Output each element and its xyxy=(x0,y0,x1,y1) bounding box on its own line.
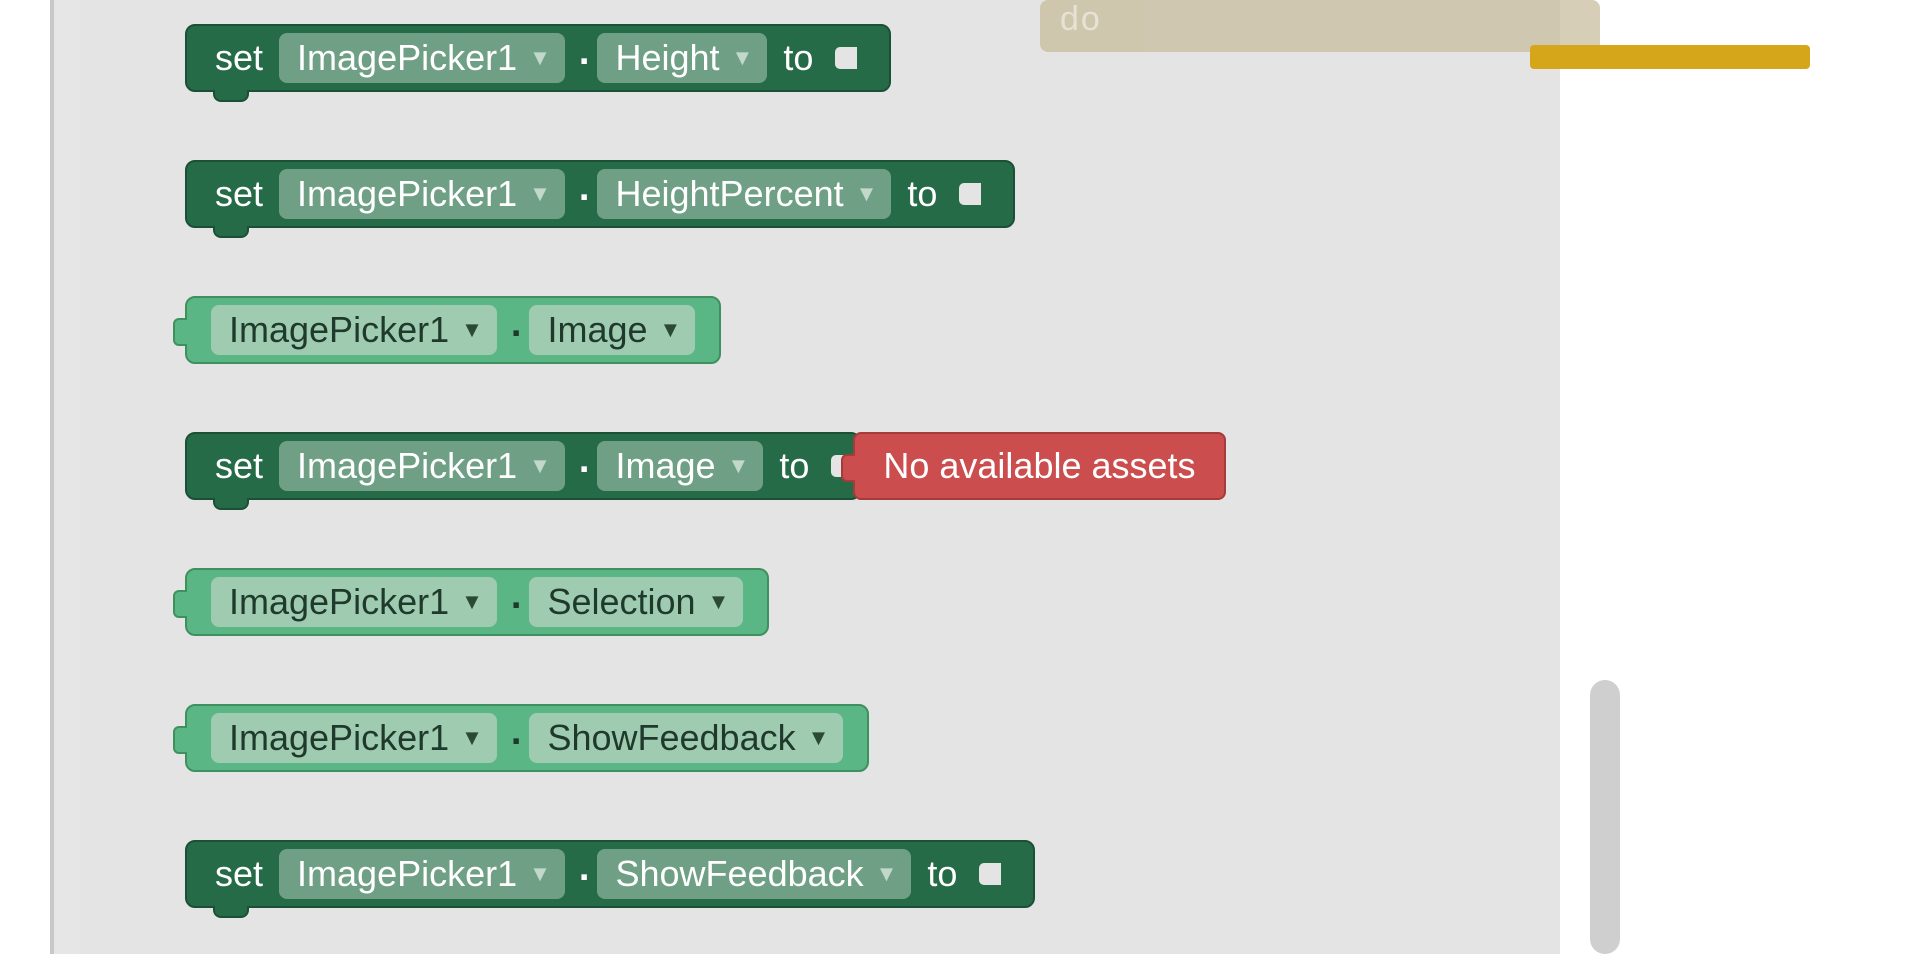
set-heightpercent-block[interactable]: set ImagePicker1 ▼ . HeightPercent ▼ to xyxy=(185,160,1015,228)
chevron-down-icon: ▼ xyxy=(708,591,730,613)
get-showfeedback-block[interactable]: ImagePicker1 ▼ . ShowFeedback ▼ xyxy=(185,704,869,772)
dot-separator: . xyxy=(511,575,522,618)
set-showfeedback-block[interactable]: set ImagePicker1 ▼ . ShowFeedback ▼ to xyxy=(185,840,1035,908)
property-dropdown-label: HeightPercent xyxy=(615,172,843,215)
property-dropdown-showfeedback[interactable]: ShowFeedback ▼ xyxy=(529,713,843,763)
gold-highlight-bar xyxy=(1530,45,1810,69)
component-dropdown-label: ImagePicker1 xyxy=(297,852,517,895)
chevron-down-icon: ▼ xyxy=(529,455,551,477)
no-assets-value-block[interactable]: No available assets xyxy=(853,432,1225,500)
set-height-block[interactable]: set ImagePicker1 ▼ . Height ▼ to xyxy=(185,24,891,92)
dot-separator: . xyxy=(579,847,590,890)
dot-separator: . xyxy=(579,167,590,210)
get-image-block[interactable]: ImagePicker1 ▼ . Image ▼ xyxy=(185,296,721,364)
property-dropdown-image[interactable]: Image ▼ xyxy=(529,305,695,355)
chevron-down-icon: ▼ xyxy=(529,863,551,885)
blocks-workspace[interactable]: do set ImagePicker1 ▼ . Height ▼ to set … xyxy=(80,0,1560,954)
set-keyword: set xyxy=(215,445,263,487)
to-keyword: to xyxy=(927,853,957,895)
chevron-down-icon: ▼ xyxy=(728,455,750,477)
chevron-down-icon: ▼ xyxy=(856,183,878,205)
get-selection-block[interactable]: ImagePicker1 ▼ . Selection ▼ xyxy=(185,568,769,636)
set-keyword: set xyxy=(215,37,263,79)
component-dropdown-label: ImagePicker1 xyxy=(229,308,449,351)
set-keyword: set xyxy=(215,853,263,895)
component-dropdown[interactable]: ImagePicker1 ▼ xyxy=(211,305,497,355)
to-keyword: to xyxy=(907,173,937,215)
ghost-event-block[interactable]: do xyxy=(1040,0,1600,52)
dot-separator: . xyxy=(511,303,522,346)
to-keyword: to xyxy=(779,445,809,487)
workspace-left-edge xyxy=(50,0,80,954)
component-dropdown-label: ImagePicker1 xyxy=(297,444,517,487)
property-dropdown-heightpercent[interactable]: HeightPercent ▼ xyxy=(597,169,891,219)
component-dropdown[interactable]: ImagePicker1 ▼ xyxy=(279,441,565,491)
chevron-down-icon: ▼ xyxy=(529,47,551,69)
vertical-scrollbar-thumb[interactable] xyxy=(1590,680,1620,954)
property-dropdown-label: ShowFeedback xyxy=(615,852,863,895)
set-image-block[interactable]: set ImagePicker1 ▼ . Image ▼ to xyxy=(185,432,861,500)
chevron-down-icon: ▼ xyxy=(732,47,754,69)
property-dropdown-label: Image xyxy=(615,444,715,487)
value-socket[interactable] xyxy=(961,177,995,211)
to-keyword: to xyxy=(783,37,813,79)
value-socket[interactable] xyxy=(833,449,841,483)
value-socket[interactable] xyxy=(981,857,1015,891)
property-dropdown-height[interactable]: Height ▼ xyxy=(597,33,767,83)
dot-separator: . xyxy=(579,439,590,482)
component-dropdown[interactable]: ImagePicker1 ▼ xyxy=(279,169,565,219)
property-dropdown-image[interactable]: Image ▼ xyxy=(597,441,763,491)
dot-separator: . xyxy=(579,31,590,74)
component-dropdown-label: ImagePicker1 xyxy=(297,36,517,79)
dot-separator: . xyxy=(511,711,522,754)
chevron-down-icon: ▼ xyxy=(461,591,483,613)
chevron-down-icon: ▼ xyxy=(461,727,483,749)
property-dropdown-selection[interactable]: Selection ▼ xyxy=(529,577,743,627)
no-assets-label: No available assets xyxy=(883,445,1195,487)
component-dropdown-label: ImagePicker1 xyxy=(229,580,449,623)
ghost-do-label: do xyxy=(1060,2,1102,36)
property-dropdown-label: ShowFeedback xyxy=(547,716,795,759)
chevron-down-icon: ▼ xyxy=(808,727,830,749)
property-dropdown-label: Selection xyxy=(547,580,695,623)
property-dropdown-label: Image xyxy=(547,308,647,351)
chevron-down-icon: ▼ xyxy=(876,863,898,885)
value-socket[interactable] xyxy=(837,41,871,75)
property-dropdown-label: Height xyxy=(615,36,719,79)
component-dropdown-label: ImagePicker1 xyxy=(229,716,449,759)
component-dropdown-label: ImagePicker1 xyxy=(297,172,517,215)
component-dropdown[interactable]: ImagePicker1 ▼ xyxy=(279,33,565,83)
property-dropdown-showfeedback[interactable]: ShowFeedback ▼ xyxy=(597,849,911,899)
component-dropdown[interactable]: ImagePicker1 ▼ xyxy=(279,849,565,899)
component-dropdown[interactable]: ImagePicker1 ▼ xyxy=(211,713,497,763)
chevron-down-icon: ▼ xyxy=(529,183,551,205)
component-dropdown[interactable]: ImagePicker1 ▼ xyxy=(211,577,497,627)
left-gutter xyxy=(0,0,50,954)
chevron-down-icon: ▼ xyxy=(660,319,682,341)
chevron-down-icon: ▼ xyxy=(461,319,483,341)
set-keyword: set xyxy=(215,173,263,215)
